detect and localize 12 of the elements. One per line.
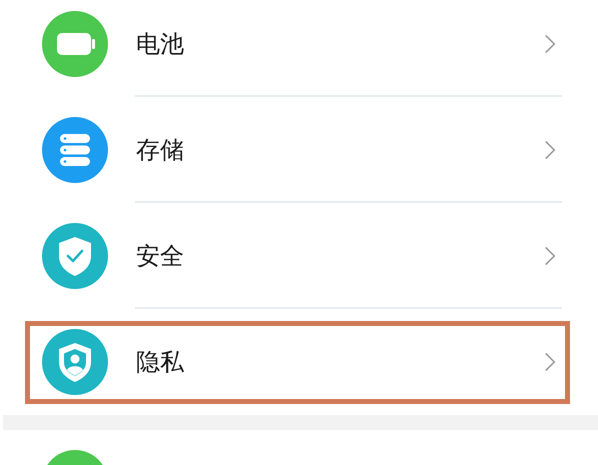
chevron-right-icon	[544, 351, 556, 373]
battery-icon	[42, 11, 108, 77]
chevron-right-icon	[544, 33, 556, 55]
shield-person-icon	[42, 329, 108, 395]
chevron-right-icon	[544, 245, 556, 267]
item-label: 隐私	[136, 347, 185, 378]
item-label: 安全	[136, 241, 185, 272]
item-label: 电池	[136, 29, 185, 60]
shield-check-icon	[42, 223, 108, 289]
chevron-right-icon	[544, 139, 556, 161]
storage-icon	[42, 117, 108, 183]
item-label: 存储	[136, 135, 185, 166]
